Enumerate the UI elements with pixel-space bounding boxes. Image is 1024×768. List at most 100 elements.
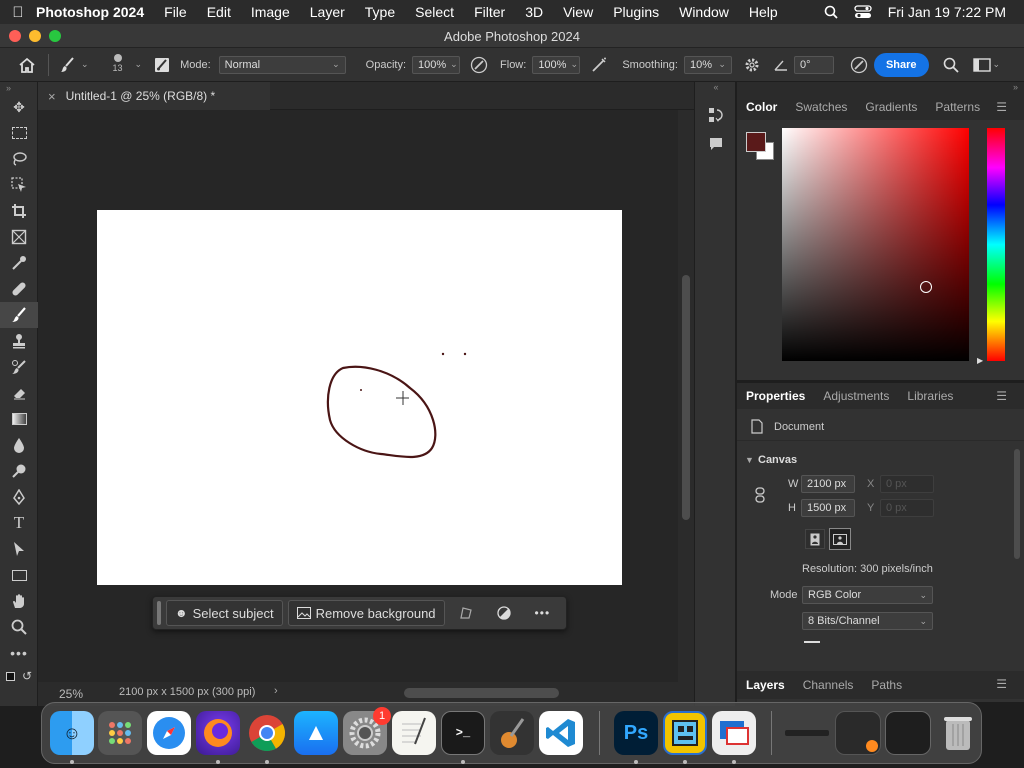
tab-patterns[interactable]: Patterns: [926, 100, 989, 114]
tab-libraries[interactable]: Libraries: [898, 389, 962, 403]
app-store-icon[interactable]: ▲: [294, 711, 338, 755]
swap-colors-icon[interactable]: ↺: [22, 669, 32, 683]
menu-filter[interactable]: Filter: [474, 4, 505, 20]
eraser-tool-icon[interactable]: [0, 380, 38, 406]
spotlight-search-icon[interactable]: [824, 5, 838, 19]
tab-adjustments[interactable]: Adjustments: [814, 389, 898, 403]
type-tool-icon[interactable]: T: [0, 510, 38, 536]
canvas[interactable]: [97, 210, 622, 585]
chevron-down-icon[interactable]: ⌄: [993, 59, 1001, 70]
dodge-tool-icon[interactable]: [0, 458, 38, 484]
tab-channels[interactable]: Channels: [794, 678, 863, 692]
default-colors-icon[interactable]: [6, 672, 15, 681]
garageband-icon[interactable]: [490, 711, 534, 755]
brush-size-picker[interactable]: 13: [107, 50, 129, 80]
menu-3d[interactable]: 3D: [525, 4, 543, 20]
geometry-dash-icon[interactable]: [663, 711, 707, 755]
zoom-tool-icon[interactable]: [0, 614, 38, 640]
photoshop-icon[interactable]: Ps: [614, 711, 658, 755]
canvas-section-title[interactable]: Canvas: [758, 454, 797, 466]
search-icon[interactable]: [943, 57, 959, 73]
saturation-brightness-field[interactable]: [782, 128, 969, 361]
properties-scrollbar-thumb[interactable]: [1014, 449, 1020, 559]
home-icon[interactable]: [18, 57, 36, 73]
frame-tool-icon[interactable]: [0, 224, 38, 250]
expand-panels-icon[interactable]: «: [695, 82, 737, 92]
history-brush-tool-icon[interactable]: [0, 354, 38, 380]
safari-icon[interactable]: [147, 711, 191, 755]
healing-brush-tool-icon[interactable]: [0, 276, 38, 302]
launchpad-icon[interactable]: [98, 711, 142, 755]
tab-color[interactable]: Color: [737, 100, 786, 114]
foreground-color-swatch[interactable]: [746, 132, 766, 152]
tab-swatches[interactable]: Swatches: [786, 100, 856, 114]
menu-plugins[interactable]: Plugins: [613, 4, 659, 20]
document-tab[interactable]: × Untitled-1 @ 25% (RGB/8) *: [38, 82, 270, 110]
fill-color-indicator[interactable]: [804, 641, 820, 643]
hue-slider-handle[interactable]: ▶: [977, 356, 983, 365]
chrome-icon[interactable]: [245, 711, 289, 755]
rectangle-tool-icon[interactable]: [0, 562, 38, 588]
mode-select[interactable]: Normal ⌄: [218, 55, 346, 74]
control-center-icon[interactable]: [854, 5, 872, 19]
eyedropper-tool-icon[interactable]: [0, 250, 38, 276]
color-picker-handle[interactable]: [920, 281, 932, 293]
blur-tool-icon[interactable]: [0, 432, 38, 458]
object-selection-tool-icon[interactable]: [0, 172, 38, 198]
tab-gradients[interactable]: Gradients: [856, 100, 926, 114]
document-info[interactable]: 2100 px x 1500 px (300 ppi): [119, 686, 255, 698]
tab-properties[interactable]: Properties: [737, 389, 814, 403]
pen-tool-icon[interactable]: [0, 484, 38, 510]
more-options-icon[interactable]: •••: [535, 606, 551, 620]
menu-select[interactable]: Select: [415, 4, 454, 20]
menu-layer[interactable]: Layer: [310, 4, 345, 20]
chevron-down-icon[interactable]: ▼: [745, 455, 754, 465]
menu-file[interactable]: File: [164, 4, 187, 20]
more-tools-icon[interactable]: •••: [0, 640, 38, 666]
app-menu[interactable]: Photoshop 2024: [36, 4, 144, 20]
menu-view[interactable]: View: [563, 4, 593, 20]
apple-icon[interactable]: : [0, 4, 36, 21]
brush-tool-icon[interactable]: [0, 302, 38, 328]
textedit-icon[interactable]: [392, 711, 436, 755]
lasso-tool-icon[interactable]: [0, 146, 38, 172]
close-tab-icon[interactable]: ×: [48, 89, 56, 104]
terminal-icon[interactable]: >_: [441, 711, 485, 755]
minimized-window-thumbnail[interactable]: [784, 711, 830, 755]
drag-handle[interactable]: [157, 601, 161, 625]
menu-image[interactable]: Image: [251, 4, 290, 20]
chevron-right-icon[interactable]: ›: [274, 685, 278, 697]
width-input[interactable]: 2100 px: [801, 475, 855, 493]
collapse-toolbar-icon[interactable]: »: [0, 82, 37, 94]
clock[interactable]: Fri Jan 19 7:22 PM: [888, 4, 1006, 20]
color-mode-select[interactable]: RGB Color ⌄: [802, 586, 933, 604]
bit-depth-select[interactable]: 8 Bits/Channel ⌄: [802, 612, 933, 630]
landscape-orientation-button[interactable]: [829, 528, 851, 550]
portrait-orientation-button[interactable]: [805, 529, 825, 549]
zoom-level[interactable]: 25%: [59, 687, 83, 701]
remove-background-button[interactable]: Remove background: [287, 600, 445, 626]
menu-type[interactable]: Type: [365, 4, 395, 20]
horizontal-scrollbar-thumb[interactable]: [404, 688, 559, 698]
brush-angle-input[interactable]: 0°: [793, 55, 834, 74]
transform-icon[interactable]: [459, 606, 473, 620]
brush-settings-panel-icon[interactable]: [154, 57, 170, 73]
screen-sharing-icon[interactable]: [712, 711, 756, 755]
collapse-panels-icon[interactable]: »: [737, 82, 1024, 94]
history-panel-icon[interactable]: [708, 107, 724, 123]
height-input[interactable]: 1500 px: [801, 499, 855, 517]
panel-menu-icon[interactable]: ☰: [987, 100, 1016, 114]
move-tool-icon[interactable]: ✥: [0, 94, 38, 120]
gradient-tool-icon[interactable]: [0, 406, 38, 432]
hand-tool-icon[interactable]: [0, 588, 38, 614]
smoothing-input[interactable]: 10% ⌄: [683, 55, 732, 74]
link-dimensions-icon[interactable]: [755, 487, 765, 503]
menu-help[interactable]: Help: [749, 4, 778, 20]
path-selection-tool-icon[interactable]: [0, 536, 38, 562]
gear-icon[interactable]: [744, 57, 760, 73]
vscode-icon[interactable]: [539, 711, 583, 755]
panel-menu-icon[interactable]: ☰: [987, 389, 1016, 403]
pressure-opacity-icon[interactable]: [470, 56, 488, 74]
rectangular-marquee-tool-icon[interactable]: [0, 120, 38, 146]
panel-menu-icon[interactable]: ☰: [987, 677, 1016, 691]
